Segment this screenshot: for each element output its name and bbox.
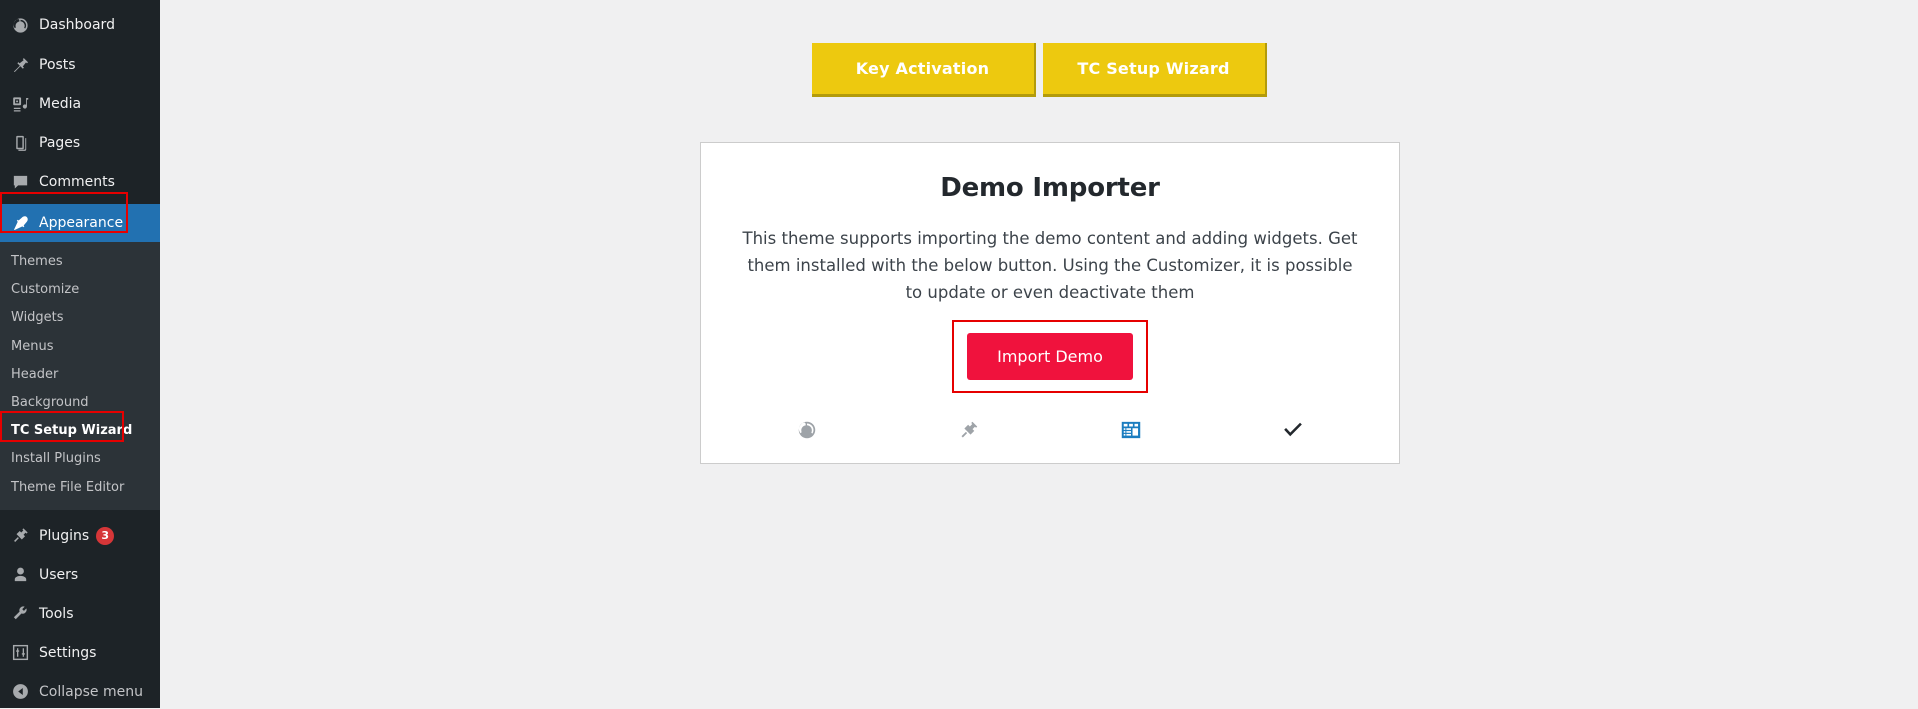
sidebar-item-plugins[interactable]: Plugins 3	[0, 519, 160, 553]
wizard-steps	[701, 416, 1399, 444]
top-action-buttons: Key Activation TC Setup Wizard	[160, 43, 1918, 97]
collapse-menu-label: Collapse menu	[39, 683, 143, 700]
posts-pin-icon	[10, 55, 30, 75]
main-content: Key Activation TC Setup Wizard Demo Impo…	[160, 0, 1918, 708]
sidebar-item-label: Users	[39, 566, 79, 583]
settings-sliders-icon	[10, 643, 30, 663]
page-title: Demo Importer	[940, 173, 1160, 203]
sidebar-item-dashboard[interactable]: Dashboard	[0, 8, 160, 42]
admin-sidebar: Dashboard Posts Media Pages Comments App	[0, 0, 173, 709]
submenu-item-background[interactable]: Background	[0, 389, 160, 417]
submenu-item-header[interactable]: Header	[0, 361, 160, 389]
comments-icon	[10, 172, 30, 192]
sidebar-item-label: Settings	[39, 644, 97, 661]
demo-importer-card: Demo Importer This theme supports import…	[700, 142, 1400, 464]
sidebar-item-media[interactable]: Media	[0, 87, 160, 121]
media-icon	[10, 94, 30, 114]
dashboard-gauge-icon[interactable]	[793, 416, 821, 444]
sidebar-item-label: Tools	[39, 605, 74, 622]
submenu-item-customize[interactable]: Customize	[0, 276, 160, 304]
widgets-layout-icon[interactable]	[1117, 416, 1145, 444]
sidebar-item-posts[interactable]: Posts	[0, 48, 160, 82]
import-demo-wrapper: Import Demo	[952, 319, 1148, 393]
plugins-icon	[10, 526, 30, 546]
key-activation-button[interactable]: Key Activation	[811, 43, 1036, 97]
sidebar-item-label: Appearance	[39, 215, 124, 231]
plugins-update-badge: 3	[96, 526, 115, 545]
tools-wrench-icon	[10, 604, 30, 624]
sidebar-item-label: Media	[39, 96, 82, 112]
sidebar-item-comments[interactable]: Comments	[0, 165, 160, 199]
tc-setup-wizard-button[interactable]: TC Setup Wizard	[1042, 43, 1267, 97]
sidebar-item-label: Dashboard	[39, 17, 115, 33]
import-demo-button[interactable]: Import Demo	[967, 332, 1133, 380]
submenu-item-theme-file-editor[interactable]: Theme File Editor	[0, 474, 160, 502]
appearance-brush-icon	[10, 213, 30, 233]
users-icon	[10, 565, 30, 585]
sidebar-item-settings[interactable]: Settings	[0, 636, 160, 670]
submenu-item-menus[interactable]: Menus	[0, 333, 160, 361]
sidebar-item-label: Plugins	[39, 527, 90, 544]
sidebar-item-tools[interactable]: Tools	[0, 597, 160, 631]
submenu-item-tc-setup-wizard[interactable]: TC Setup Wizard	[0, 417, 160, 445]
sidebar-item-label: Posts	[39, 57, 76, 73]
card-description: This theme supports importing the demo c…	[742, 229, 1358, 302]
dashboard-icon	[10, 15, 30, 35]
pages-icon	[10, 133, 30, 153]
submenu-item-themes[interactable]: Themes	[0, 248, 160, 276]
submenu-item-widgets[interactable]: Widgets	[0, 304, 160, 332]
sidebar-item-label: Comments	[39, 174, 115, 190]
checkmark-icon[interactable]	[1279, 416, 1307, 444]
sidebar-item-label: Pages	[39, 135, 81, 151]
plug-icon[interactable]	[955, 416, 983, 444]
appearance-submenu: Themes Customize Widgets Menus Header Ba…	[0, 242, 160, 510]
submenu-item-install-plugins[interactable]: Install Plugins	[0, 445, 160, 473]
sidebar-item-users[interactable]: Users	[0, 558, 160, 592]
collapse-menu-button[interactable]: Collapse menu	[0, 675, 160, 709]
sidebar-item-pages[interactable]: Pages	[0, 126, 160, 160]
sidebar-item-appearance[interactable]: Appearance	[0, 204, 173, 242]
collapse-arrow-icon	[10, 682, 30, 702]
